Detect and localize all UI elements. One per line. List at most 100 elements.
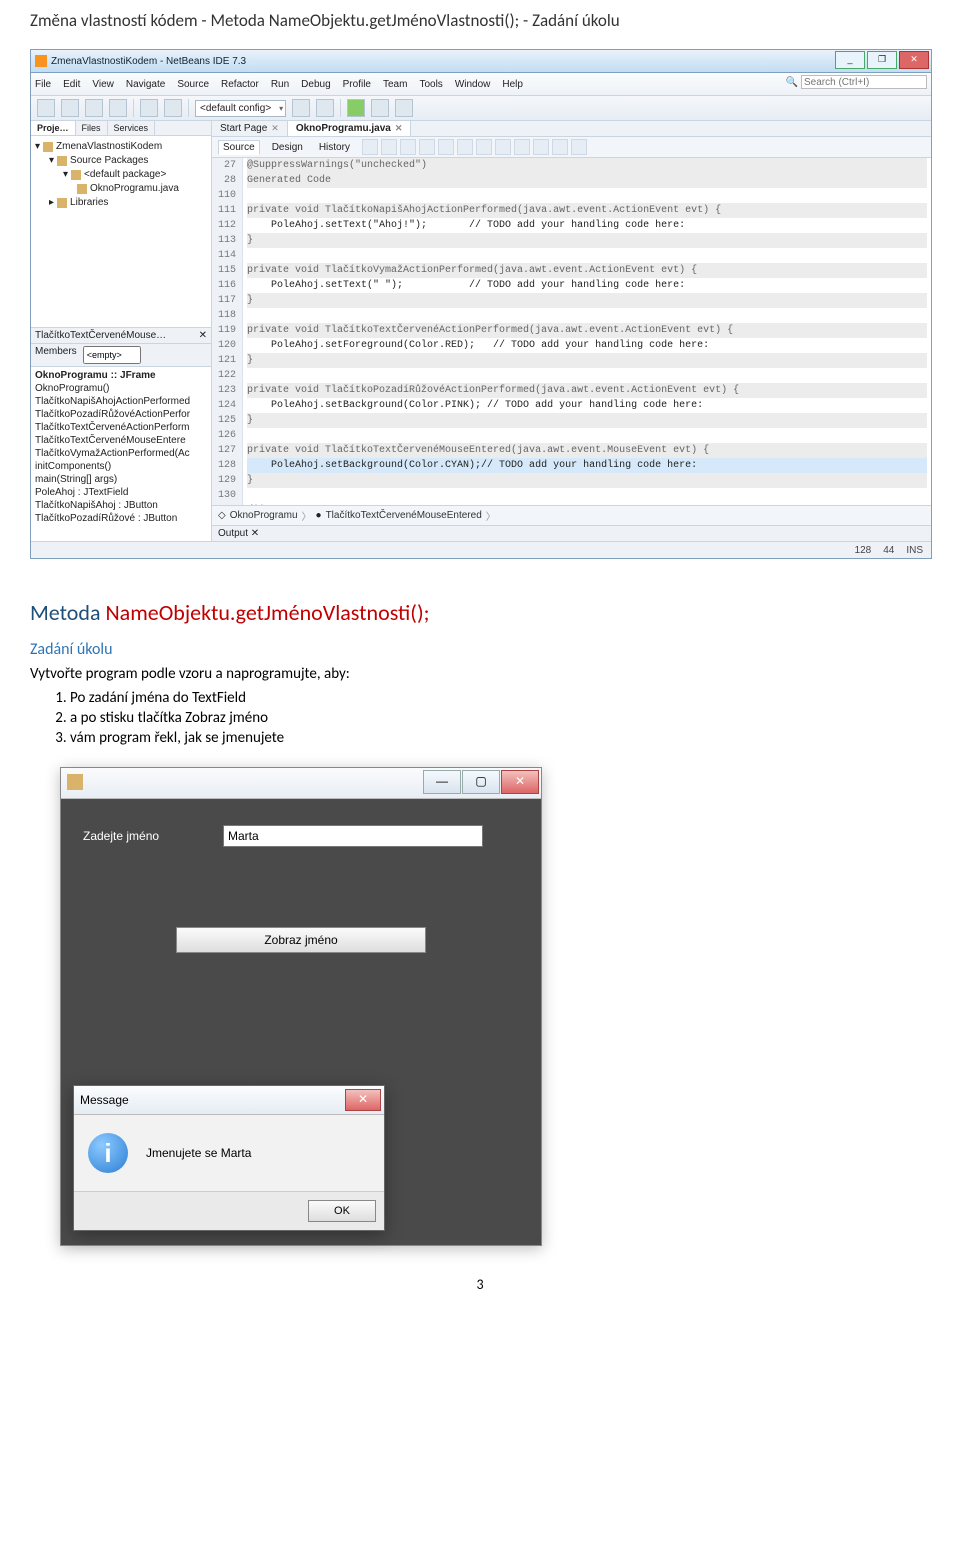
nav-item[interactable]: TlačítkoVymažActionPerformed(Ac [35, 447, 207, 460]
code-area[interactable]: @SuppressWarnings("unchecked") Generated… [243, 158, 931, 505]
tab-start-page[interactable]: Start Page✕ [212, 121, 288, 136]
code-editor[interactable]: 2728110111112113114115116117118119120121… [212, 158, 931, 505]
tree-libraries[interactable]: Libraries [70, 196, 108, 210]
debug-icon[interactable] [371, 99, 389, 117]
navigator-title: TlačítkoTextČervenéMouse… [35, 330, 166, 341]
maximize-button[interactable]: ▢ [462, 770, 500, 794]
nav-item[interactable]: TlačítkoTextČervenéMouseEntere [35, 434, 207, 447]
netbeans-window: ZmenaVlastnostiKodem - NetBeans IDE 7.3 … [30, 49, 932, 559]
editor-tool-icon[interactable] [362, 139, 378, 155]
editor-tool-icon[interactable] [438, 139, 454, 155]
dialog-close-button[interactable]: ✕ [345, 1089, 381, 1111]
project-tree[interactable]: ▾ZmenaVlastnostiKodem ▾Source Packages ▾… [31, 136, 211, 327]
editor-tool-icon[interactable] [495, 139, 511, 155]
menu-run[interactable]: Run [271, 79, 289, 90]
editor-tool-icon[interactable] [476, 139, 492, 155]
nav-item[interactable]: TlačítkoTextČervenéActionPerform [35, 421, 207, 434]
nav-item[interactable]: initComponents() [35, 460, 207, 473]
search-input[interactable] [801, 75, 927, 89]
tree-default-pkg[interactable]: <default package> [84, 168, 166, 182]
tab-files[interactable]: Files [76, 121, 108, 135]
members-filter[interactable] [83, 346, 141, 364]
netbeans-icon [35, 55, 47, 67]
nav-item[interactable]: TlačítkoPozadíRůžovéActionPerfor [35, 408, 207, 421]
clean-build-icon[interactable] [316, 99, 334, 117]
menu-refactor[interactable]: Refactor [221, 79, 259, 90]
tree-java-file[interactable]: OknoProgramu.java [90, 182, 179, 196]
save-all-icon[interactable] [109, 99, 127, 117]
nav-item[interactable]: OknoProgramu() [35, 382, 207, 395]
tab-services[interactable]: Services [108, 121, 156, 135]
minimize-button[interactable]: — [423, 770, 461, 794]
show-name-button[interactable]: Zobraz jméno [176, 927, 426, 953]
tree-project[interactable]: ZmenaVlastnostiKodem [56, 140, 162, 154]
editor-tool-icon[interactable] [419, 139, 435, 155]
editor-tool-icon[interactable] [457, 139, 473, 155]
new-project-icon[interactable] [61, 99, 79, 117]
nav-item[interactable]: TlačítkoPozadíRůžové : JButton [35, 512, 207, 525]
maximize-button[interactable]: ❐ [867, 51, 897, 69]
close-icon[interactable]: ✕ [395, 123, 403, 134]
tab-okno-programu[interactable]: OknoProgramu.java✕ [288, 121, 412, 136]
sample-app-window: — ▢ ✕ Zadejte jméno Zobraz jméno Message… [60, 767, 542, 1246]
editor-tool-icon[interactable] [381, 139, 397, 155]
toolbar: <default config> [31, 96, 931, 121]
menu-help[interactable]: Help [502, 79, 523, 90]
build-icon[interactable] [292, 99, 310, 117]
profile-icon[interactable] [395, 99, 413, 117]
breadcrumb[interactable]: ◇ OknoProgramu 〉 ● TlačítkoTextČervenéMo… [212, 505, 931, 525]
menu-navigate[interactable]: Navigate [126, 79, 165, 90]
nav-item[interactable]: main(String[] args) [35, 473, 207, 486]
page-number: 3 [30, 1276, 930, 1293]
navigator-list[interactable]: OknoProgramu :: JFrame OknoProgramu() Tl… [31, 367, 211, 541]
nav-item[interactable]: PoleAhoj : JTextField [35, 486, 207, 499]
config-select[interactable]: <default config> [195, 100, 286, 117]
editor-tool-icon[interactable] [571, 139, 587, 155]
menu-view[interactable]: View [92, 79, 114, 90]
menu-window[interactable]: Window [455, 79, 491, 90]
editor-tool-icon[interactable] [400, 139, 416, 155]
dialog-title: Message [80, 1093, 129, 1107]
view-history[interactable]: History [315, 141, 354, 154]
menu-team[interactable]: Team [383, 79, 407, 90]
close-icon[interactable]: ✕ [271, 123, 279, 134]
redo-icon[interactable] [164, 99, 182, 117]
new-file-icon[interactable] [37, 99, 55, 117]
editor-tool-icon[interactable] [552, 139, 568, 155]
menu-debug[interactable]: Debug [301, 79, 330, 90]
open-icon[interactable] [85, 99, 103, 117]
subheading: Zadání úkolu [30, 640, 930, 659]
section-heading: Metoda NameObjektu.getJménoVlastnosti(); [30, 599, 930, 626]
close-button[interactable]: ✕ [501, 770, 539, 794]
minimize-button[interactable]: _ [835, 51, 865, 69]
menu-file[interactable]: File [35, 79, 51, 90]
navigator-close-icon[interactable]: ✕ [199, 330, 207, 341]
window-title: ZmenaVlastnostiKodem - NetBeans IDE 7.3 [51, 56, 246, 67]
close-button[interactable]: ✕ [899, 51, 929, 69]
titlebar[interactable]: ZmenaVlastnostiKodem - NetBeans IDE 7.3 … [31, 50, 931, 73]
run-icon[interactable] [347, 99, 365, 117]
menu-profile[interactable]: Profile [343, 79, 371, 90]
editor-tool-icon[interactable] [514, 139, 530, 155]
menu-source[interactable]: Source [177, 79, 209, 90]
tree-source-packages[interactable]: Source Packages [70, 154, 148, 168]
menu-tools[interactable]: Tools [419, 79, 442, 90]
app-titlebar[interactable]: — ▢ ✕ [61, 768, 541, 799]
dialog-titlebar[interactable]: Message ✕ [74, 1086, 384, 1115]
tab-projects[interactable]: Proje… [31, 121, 76, 135]
status-col: 128 [855, 545, 872, 556]
nav-item[interactable]: TlačítkoNapišAhojActionPerformed [35, 395, 207, 408]
message-dialog: Message ✕ i Jmenujete se Marta OK [73, 1085, 385, 1231]
output-panel-header[interactable]: Output ✕ [212, 525, 931, 541]
name-input[interactable] [223, 825, 483, 847]
view-design[interactable]: Design [268, 141, 307, 154]
nav-item[interactable]: TlačítkoNapišAhoj : JButton [35, 499, 207, 512]
editor-tool-icon[interactable] [533, 139, 549, 155]
nav-class[interactable]: OknoProgramu :: JFrame [35, 369, 207, 382]
status-bar: 128 44 INS [31, 541, 931, 558]
method-icon: ● [316, 510, 322, 521]
menu-edit[interactable]: Edit [63, 79, 80, 90]
ok-button[interactable]: OK [308, 1200, 376, 1222]
view-source[interactable]: Source [218, 140, 260, 155]
undo-icon[interactable] [140, 99, 158, 117]
